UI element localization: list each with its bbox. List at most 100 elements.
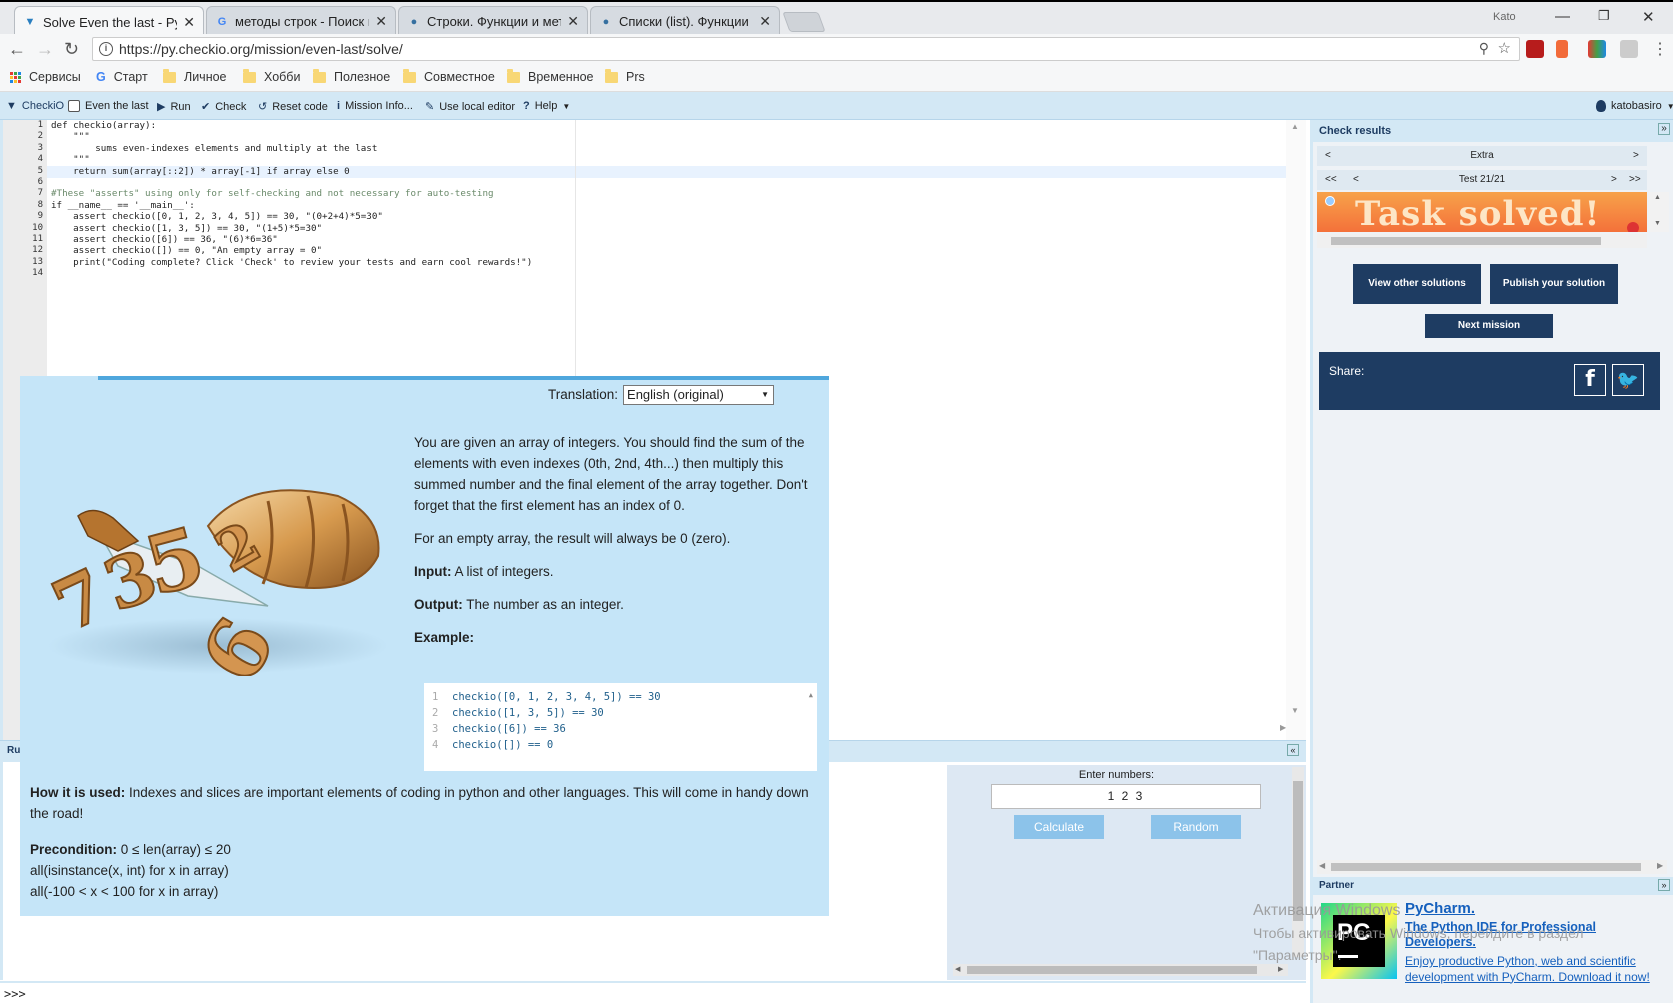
checkio-logo[interactable]: ▼ CheckiO	[6, 100, 64, 112]
view-other-solutions-button[interactable]: View other solutions	[1353, 264, 1481, 304]
reset-code-button[interactable]: ↺ Reset code	[258, 100, 328, 114]
bookmark-folder[interactable]: Хобби	[243, 68, 300, 84]
example-code: checkio([1, 3, 5]) == 30	[452, 707, 604, 719]
new-tab-button[interactable]	[782, 12, 826, 32]
profile-name[interactable]: Kato	[1493, 11, 1516, 23]
mission-info-button[interactable]: i Mission Info...	[337, 100, 413, 112]
collapse-icon[interactable]: »	[1658, 879, 1670, 891]
run-button[interactable]: ▶ Run	[157, 100, 191, 114]
star-icon[interactable]: ☆	[1498, 39, 1511, 57]
close-icon[interactable]: ✕	[759, 13, 771, 30]
twitter-icon[interactable]: 🐦	[1612, 364, 1644, 396]
tab-solve-even-last[interactable]: ▼ Solve Even the last - Py.C ✕	[14, 6, 204, 37]
code-line[interactable]: sums even-indexes elements and multiply …	[51, 143, 377, 154]
example-code: checkio([]) == 0	[452, 739, 554, 751]
ublock-extension-icon[interactable]	[1526, 40, 1544, 58]
bookmark-folder[interactable]: Prs	[605, 68, 645, 84]
share-label: Share:	[1329, 364, 1365, 378]
scroll-left-icon[interactable]: ◀	[1319, 861, 1325, 870]
bookmark-folder[interactable]: Полезное	[313, 68, 390, 84]
collapse-icon[interactable]: «	[1287, 744, 1299, 756]
next-test-icon[interactable]: >	[1611, 174, 1617, 185]
panel-h-scrollbar[interactable]: ◀ ▶	[1317, 860, 1667, 874]
code-line[interactable]: print("Coding complete? Click 'Check' to…	[51, 257, 532, 268]
google-icon: G	[217, 15, 227, 28]
line-number: 13	[32, 256, 43, 267]
tab-strings-functions[interactable]: ● Строки. Функции и мет ✕	[398, 6, 588, 36]
bookmark-folder[interactable]: Временное	[507, 68, 594, 84]
output-label: Output:	[414, 597, 463, 612]
bookmark-folder[interactable]: Совместное	[403, 68, 495, 84]
code-line[interactable]: assert checkio([1, 3, 5]) == 30, "(1+5)*…	[51, 223, 322, 234]
forward-arrow-icon[interactable]: →	[36, 39, 54, 60]
office-extension-icon[interactable]	[1556, 40, 1568, 58]
mission-name-button[interactable]: Even the last	[68, 100, 149, 112]
publish-solution-button[interactable]: Publish your solution	[1490, 264, 1618, 304]
local-editor-button[interactable]: ✎ Use local editor	[425, 100, 515, 114]
share-box: Share: f 🐦	[1319, 352, 1660, 410]
banner-scrollbar[interactable]: ▲ ▼	[1649, 192, 1669, 232]
code-line[interactable]: #These "asserts" using only for self-che…	[51, 188, 494, 199]
scroll-right-icon[interactable]: ▶	[1280, 723, 1286, 732]
bookmark-start[interactable]: G Старт	[96, 70, 148, 84]
bookmark-services[interactable]: Сервисы	[10, 70, 81, 84]
scroll-down-icon[interactable]: ▼	[1654, 220, 1661, 227]
address-bar[interactable]: i https://py.checkio.org/mission/even-la…	[92, 37, 1520, 61]
tab-lists-functions[interactable]: ● Списки (list). Функции и ✕	[590, 6, 780, 36]
close-icon[interactable]: ✕	[375, 13, 387, 30]
close-icon[interactable]: ✕	[183, 14, 195, 31]
example-code-box[interactable]: 1 checkio([0, 1, 2, 3, 4, 5]) == 30 2 chec…	[424, 683, 817, 771]
input-panel-h-scrollbar[interactable]: ◀ ▶	[953, 964, 1288, 976]
calculate-button[interactable]: Calculate	[1014, 815, 1104, 839]
info-icon[interactable]: i	[99, 42, 113, 56]
next-mission-button[interactable]: Next mission	[1425, 314, 1553, 338]
code-line[interactable]: assert checkio([0, 1, 2, 3, 4, 5]) == 30…	[51, 211, 383, 222]
scroll-left-icon[interactable]: ◀	[955, 965, 960, 973]
check-label: Check	[215, 100, 247, 113]
user-menu[interactable]: katobasiro ▼	[1596, 100, 1673, 112]
next-category-icon[interactable]: >	[1633, 150, 1639, 161]
facebook-icon[interactable]: f	[1574, 364, 1606, 396]
check-button[interactable]: ✔ Check	[201, 100, 247, 114]
color-extension-icon[interactable]	[1588, 40, 1606, 58]
collapse-icon[interactable]: »	[1658, 123, 1670, 135]
tab-google-search[interactable]: G методы строк - Поиск в ✕	[206, 6, 396, 36]
console-prompt[interactable]: >>>	[0, 981, 1306, 1003]
code-line[interactable]: """	[51, 131, 90, 142]
scroll-right-icon[interactable]: ▶	[1278, 965, 1283, 973]
enter-numbers-label: Enter numbers:	[1078, 769, 1155, 781]
code-line[interactable]: if __name__ == '__main__':	[51, 200, 195, 211]
window-close-icon[interactable]: ✕	[1642, 8, 1655, 26]
folder-icon	[163, 68, 176, 83]
caret-down-icon: ▼	[562, 101, 571, 111]
translation-select[interactable]: English (original) ▼	[623, 384, 775, 405]
code-line[interactable]: assert checkio([]) == 0, "An empty array…	[51, 245, 322, 256]
close-icon[interactable]: ✕	[567, 13, 579, 30]
last-test-icon[interactable]: >>	[1629, 174, 1641, 185]
code-line[interactable]: def checkio(array):	[51, 120, 156, 131]
reload-icon[interactable]: ↻	[64, 39, 79, 60]
editor-vertical-scrollbar[interactable]: ▲ ▼	[1286, 120, 1306, 740]
minimize-icon[interactable]: —	[1555, 8, 1570, 25]
code-line[interactable]: return sum(array[::2]) * array[-1] if ar…	[51, 166, 350, 177]
folder-icon	[403, 68, 416, 83]
scroll-up-icon[interactable]: ▲	[1654, 194, 1661, 201]
code-line[interactable]: """	[51, 154, 90, 165]
restore-icon[interactable]: ❐	[1598, 8, 1610, 24]
code-line[interactable]: assert checkio([6]) == 36, "(6)*6=36"	[51, 234, 278, 245]
bookmark-folder[interactable]: Личное	[163, 68, 227, 84]
scroll-up-icon[interactable]: ▲	[809, 687, 813, 703]
numbers-input[interactable]: 1 2 3	[991, 784, 1261, 809]
scroll-down-icon[interactable]: ▼	[1291, 706, 1299, 715]
scroll-up-icon[interactable]: ▲	[1291, 122, 1299, 131]
help-menu[interactable]: ? Help ▼	[523, 100, 570, 112]
mission-description: You are given an array of integers. You …	[414, 432, 818, 648]
zoom-icon[interactable]: ⚲	[1479, 40, 1489, 57]
line-number: 1	[37, 120, 43, 130]
scroll-right-icon[interactable]: ▶	[1657, 861, 1663, 870]
back-arrow-icon[interactable]: ←	[8, 39, 26, 60]
extension-icon[interactable]	[1620, 40, 1638, 58]
menu-icon[interactable]: ⋮	[1652, 39, 1668, 59]
random-button[interactable]: Random	[1151, 815, 1241, 839]
banner-h-scrollbar[interactable]	[1317, 234, 1647, 248]
